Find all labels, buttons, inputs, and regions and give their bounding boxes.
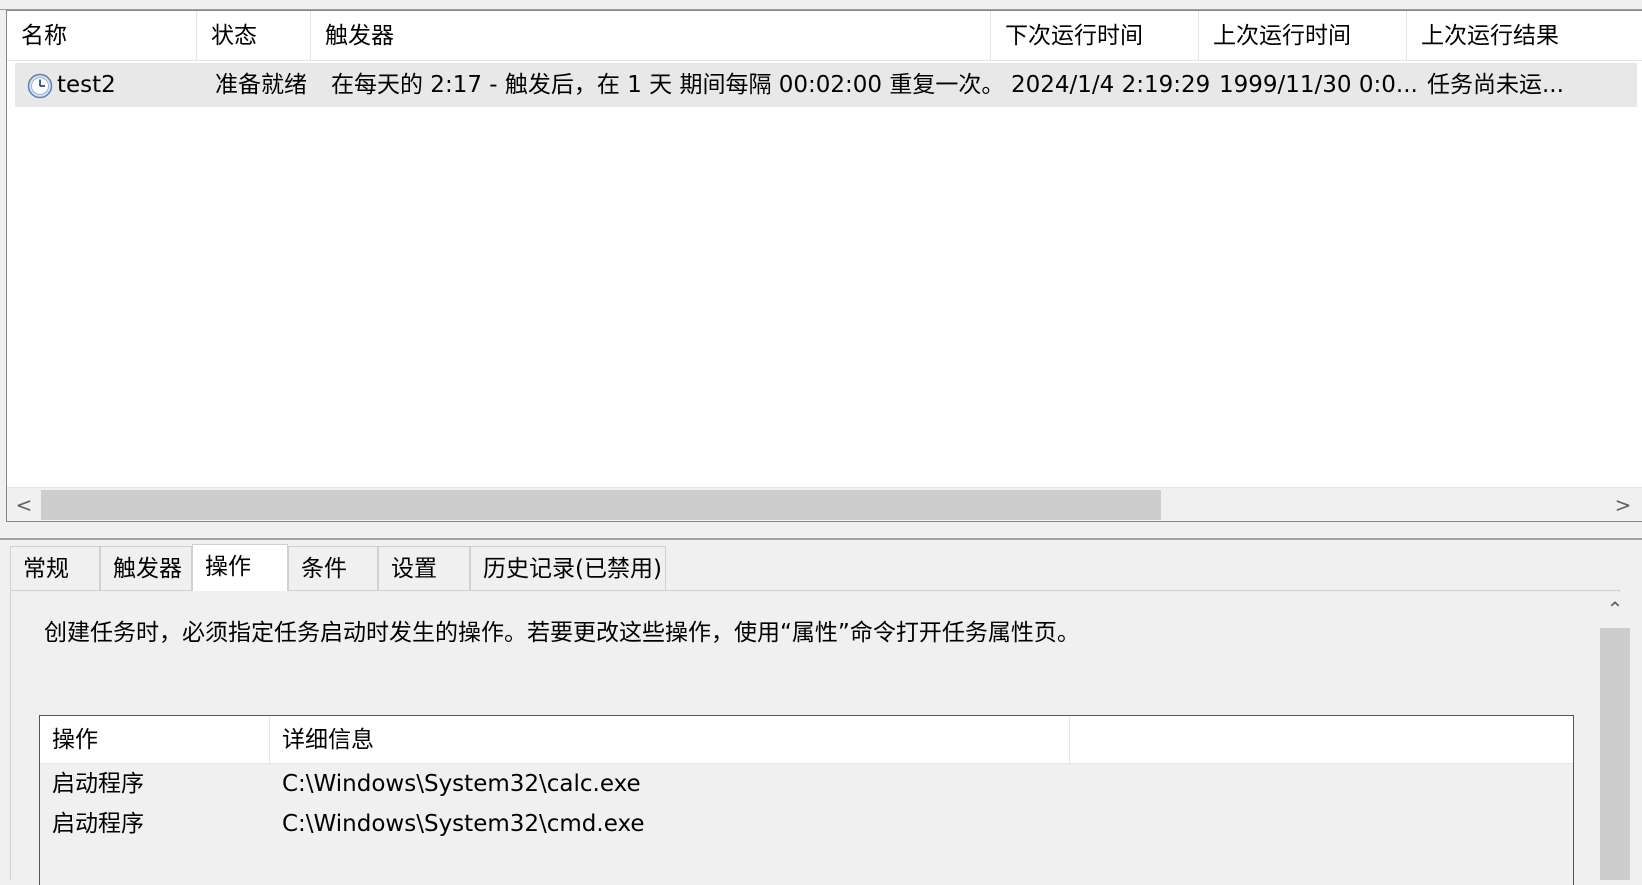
vertical-scrollbar-thumb[interactable]: [1600, 628, 1630, 880]
task-name: test2: [57, 72, 116, 98]
action-type: 启动程序: [52, 811, 144, 837]
horizontal-scrollbar[interactable]: < >: [7, 487, 1642, 521]
task-next-run: 2024/1/4 2:19:29: [1011, 72, 1211, 98]
scroll-up-icon[interactable]: ⌃: [1598, 592, 1632, 626]
pane-splitter[interactable]: [0, 522, 1642, 540]
task-last-run: 1999/11/30 0:0...: [1219, 72, 1418, 98]
tab-general[interactable]: 常规: [10, 546, 100, 590]
task-trigger: 在每天的 2:17 - 触发后，在 1 天 期间每隔 00:02:00 重复一次…: [331, 72, 999, 98]
action-type: 启动程序: [52, 771, 144, 797]
action-details: C:\Windows\System32\cmd.exe: [282, 811, 645, 837]
scroll-left-icon[interactable]: <: [9, 488, 39, 521]
vertical-scrollbar[interactable]: ⌃: [1598, 592, 1632, 880]
actions-list[interactable]: 操作 详细信息 启动程序 C:\Windows\System32\calc.ex…: [39, 715, 1574, 885]
column-header-action[interactable]: 操作: [40, 716, 270, 764]
tab-history[interactable]: 历史记录(已禁用): [470, 546, 666, 590]
tab-triggers[interactable]: 触发器: [100, 546, 192, 590]
column-header-last-result[interactable]: 上次运行结果: [1407, 11, 1642, 61]
window-top-edge: [0, 0, 1642, 10]
scrollbar-thumb[interactable]: [41, 490, 1161, 520]
task-status: 准备就绪: [215, 72, 307, 98]
column-header-empty: [1070, 716, 1575, 764]
list-item[interactable]: 启动程序 C:\Windows\System32\calc.exe: [40, 764, 1573, 804]
tab-settings[interactable]: 设置: [378, 546, 470, 590]
column-header-next-run[interactable]: 下次运行时间: [991, 11, 1199, 61]
column-header-trigger[interactable]: 触发器: [311, 11, 991, 61]
scroll-right-icon[interactable]: >: [1608, 488, 1638, 521]
column-header-details[interactable]: 详细信息: [270, 716, 1070, 764]
actions-list-header: 操作 详细信息: [40, 716, 1573, 764]
actions-tab-panel: 创建任务时，必须指定任务启动时发生的操作。若要更改这些操作，使用“属性”命令打开…: [10, 590, 1620, 885]
action-details: C:\Windows\System32\calc.exe: [282, 771, 641, 797]
tab-actions[interactable]: 操作: [192, 544, 288, 591]
actions-description: 创建任务时，必须指定任务启动时发生的操作。若要更改这些操作，使用“属性”命令打开…: [44, 620, 1080, 646]
task-list-view[interactable]: 名称 状态 触发器 下次运行时间 上次运行时间 上次运行结果 test2 准备就…: [6, 10, 1642, 522]
column-header-last-run[interactable]: 上次运行时间: [1199, 11, 1407, 61]
list-item[interactable]: 启动程序 C:\Windows\System32\cmd.exe: [40, 804, 1573, 844]
task-list-header: 名称 状态 触发器 下次运行时间 上次运行时间 上次运行结果: [7, 11, 1642, 61]
tab-conditions[interactable]: 条件: [288, 546, 378, 590]
detail-tab-strip: 常规 触发器 操作 条件 设置 历史记录(已禁用): [10, 544, 1630, 591]
task-last-result: 任务尚未运...: [1427, 72, 1564, 98]
column-header-name[interactable]: 名称: [7, 11, 197, 61]
table-row[interactable]: test2 准备就绪 在每天的 2:17 - 触发后，在 1 天 期间每隔 00…: [15, 63, 1637, 107]
column-header-status[interactable]: 状态: [197, 11, 311, 61]
